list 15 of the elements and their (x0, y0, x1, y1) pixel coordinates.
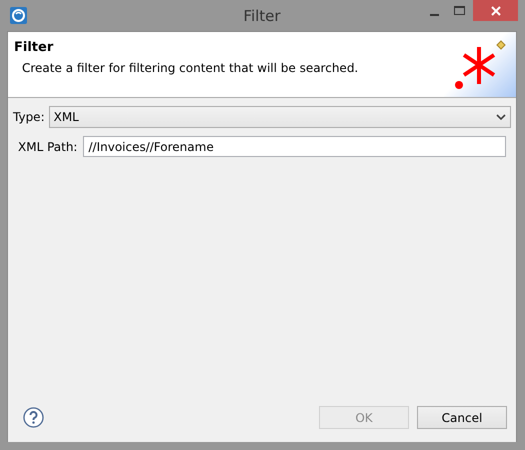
header-title: Filter (14, 40, 54, 55)
app-icon (10, 7, 27, 24)
close-button[interactable] (473, 0, 518, 21)
xml-path-field[interactable]: //Invoices//Forename (83, 136, 506, 157)
close-icon (490, 6, 500, 16)
field-label: Type: (13, 110, 45, 124)
help-icon[interactable] (23, 407, 44, 428)
chevron-icon (496, 114, 506, 120)
dialog-button[interactable]: Cancel (417, 406, 507, 429)
header-description: Create a filter for filtering content that will be searched. (21, 61, 358, 75)
window-title: Filter (243, 6, 281, 24)
minimize-icon (430, 14, 438, 16)
type-dropdown[interactable]: XML (48, 106, 511, 128)
maximize-icon (454, 6, 466, 16)
field-label: XML Path: (18, 140, 78, 154)
